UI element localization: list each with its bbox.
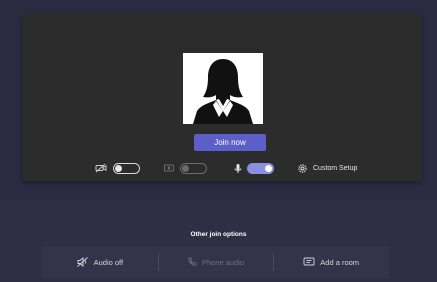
microphone-control bbox=[233, 160, 274, 176]
cast-room-icon bbox=[303, 257, 320, 267]
gear-icon bbox=[297, 163, 308, 174]
add-a-room-label: Add a room bbox=[320, 257, 360, 267]
background-blur-control bbox=[163, 160, 207, 176]
phone-audio-label: Phone audio bbox=[201, 257, 245, 267]
background-blur-toggle[interactable] bbox=[180, 162, 207, 174]
other-join-options-title: Other join options bbox=[190, 231, 247, 238]
person-silhouette-icon bbox=[183, 53, 263, 124]
background-blur-icon bbox=[163, 163, 175, 173]
device-controls: Custom Setup bbox=[0, 160, 437, 176]
speaker-off-icon bbox=[76, 257, 94, 267]
custom-setup-label: Custom Setup bbox=[313, 164, 358, 172]
join-now-button[interactable]: Join now bbox=[194, 134, 266, 151]
audio-off-label: Audio off bbox=[93, 257, 124, 267]
camera-toggle[interactable] bbox=[113, 162, 140, 174]
video-off-icon bbox=[95, 163, 107, 173]
add-a-room-option[interactable]: Add a room bbox=[273, 246, 389, 278]
microphone-toggle[interactable] bbox=[247, 162, 274, 174]
video-preview-panel: Join now bbox=[22, 13, 422, 181]
camera-control bbox=[95, 160, 140, 176]
phone-icon bbox=[187, 257, 202, 267]
microphone-icon bbox=[233, 163, 243, 174]
audio-off-option[interactable]: Audio off bbox=[42, 246, 158, 278]
phone-audio-option[interactable]: Phone audio bbox=[157, 246, 274, 278]
custom-setup-button[interactable]: Custom Setup bbox=[297, 160, 357, 176]
other-join-options-bar: Audio off Phone audio Add a room bbox=[42, 246, 389, 278]
